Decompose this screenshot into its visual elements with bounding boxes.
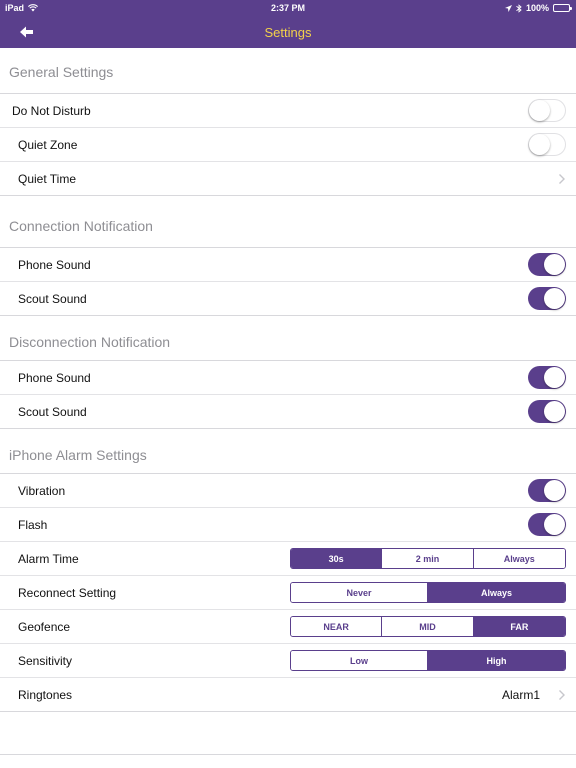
connection-scout-sound-toggle[interactable] (528, 287, 566, 310)
row-label: Sensitivity (18, 654, 73, 668)
quiet-zone-toggle[interactable] (528, 133, 566, 156)
section-title: Disconnection Notification (9, 334, 171, 350)
status-bar: iPad 2:37 PM 100% (0, 0, 576, 16)
row-label: Do Not Disturb (12, 104, 91, 118)
row-label: Reconnect Setting (18, 586, 117, 600)
row-geofence: Geofence NEAR MID FAR (0, 610, 576, 644)
alarm-time-segmented-control: 30s 2 min Always (290, 548, 566, 569)
reconnect-option-always[interactable]: Always (428, 583, 565, 602)
vibration-toggle[interactable] (528, 479, 566, 502)
disconnection-scout-sound-toggle[interactable] (528, 400, 566, 423)
bluetooth-icon (516, 3, 522, 13)
ringtone-value: Alarm1 (501, 688, 540, 702)
row-label: Phone Sound (18, 258, 91, 272)
chevron-right-icon (559, 174, 565, 184)
row-label: Quiet Time (18, 172, 77, 186)
sensitivity-segmented-control: Low High (290, 650, 566, 671)
nav-bar: Settings (0, 16, 576, 48)
battery-icon (553, 4, 572, 12)
section-header-general: General Settings (0, 48, 576, 94)
row-label: Ringtones (18, 688, 73, 702)
geofence-option-mid[interactable]: MID (382, 617, 474, 636)
alarm-time-option-2min[interactable]: 2 min (382, 549, 474, 568)
sensitivity-option-low[interactable]: Low (291, 651, 428, 670)
row-disconnection-scout-sound: Scout Sound (0, 395, 576, 429)
row-connection-phone-sound: Phone Sound (0, 248, 576, 282)
row-label: Phone Sound (18, 371, 91, 385)
row-disconnection-phone-sound: Phone Sound (0, 361, 576, 395)
row-label: Vibration (18, 484, 66, 498)
row-label: Scout Sound (18, 405, 87, 419)
geofence-option-near[interactable]: NEAR (291, 617, 383, 636)
row-reconnect-setting: Reconnect Setting Never Always (0, 576, 576, 610)
page-title: Settings (264, 25, 312, 40)
chevron-right-icon (559, 690, 565, 700)
status-right: 100% (504, 3, 572, 13)
section-title: iPhone Alarm Settings (9, 447, 147, 463)
row-cut-off[interactable] (0, 754, 576, 768)
geofence-option-far[interactable]: FAR (473, 617, 565, 636)
section-header-connection: Connection Notification (0, 196, 576, 248)
connection-phone-sound-toggle[interactable] (528, 253, 566, 276)
section-header-disconnection: Disconnection Notification (0, 316, 576, 361)
row-label: Flash (18, 518, 48, 532)
sensitivity-option-high[interactable]: High (428, 651, 565, 670)
do-not-disturb-toggle[interactable] (528, 99, 566, 122)
row-vibration: Vibration (0, 474, 576, 508)
row-quiet-zone: Quiet Zone (0, 128, 576, 162)
geofence-segmented-control: NEAR MID FAR (290, 616, 566, 637)
reconnect-option-never[interactable]: Never (291, 583, 428, 602)
battery-percent: 100% (525, 3, 549, 13)
row-connection-scout-sound: Scout Sound (0, 282, 576, 316)
disconnection-phone-sound-toggle[interactable] (528, 366, 566, 389)
row-label: Quiet Zone (18, 138, 78, 152)
status-time: 2:37 PM (270, 3, 305, 13)
row-sensitivity: Sensitivity Low High (0, 644, 576, 678)
row-alarm-time: Alarm Time 30s 2 min Always (0, 542, 576, 576)
section-header-alarm: iPhone Alarm Settings (0, 429, 576, 474)
alarm-time-option-30s[interactable]: 30s (291, 549, 383, 568)
flash-toggle[interactable] (528, 513, 566, 536)
settings-list: General Settings Do Not Disturb Quiet Zo… (0, 48, 576, 768)
section-title: Connection Notification (9, 218, 153, 234)
reconnect-segmented-control: Never Always (290, 582, 566, 603)
row-label: Scout Sound (18, 292, 87, 306)
location-arrow-icon (504, 4, 512, 12)
row-label: Alarm Time (18, 552, 79, 566)
row-flash: Flash (0, 508, 576, 542)
alarm-time-option-always[interactable]: Always (473, 549, 565, 568)
row-quiet-time[interactable]: Quiet Time (0, 162, 576, 196)
section-title: General Settings (9, 64, 114, 80)
row-ringtones[interactable]: Ringtones Alarm1 (0, 678, 576, 712)
row-label: Geofence (18, 620, 71, 634)
row-do-not-disturb: Do Not Disturb (0, 94, 576, 128)
